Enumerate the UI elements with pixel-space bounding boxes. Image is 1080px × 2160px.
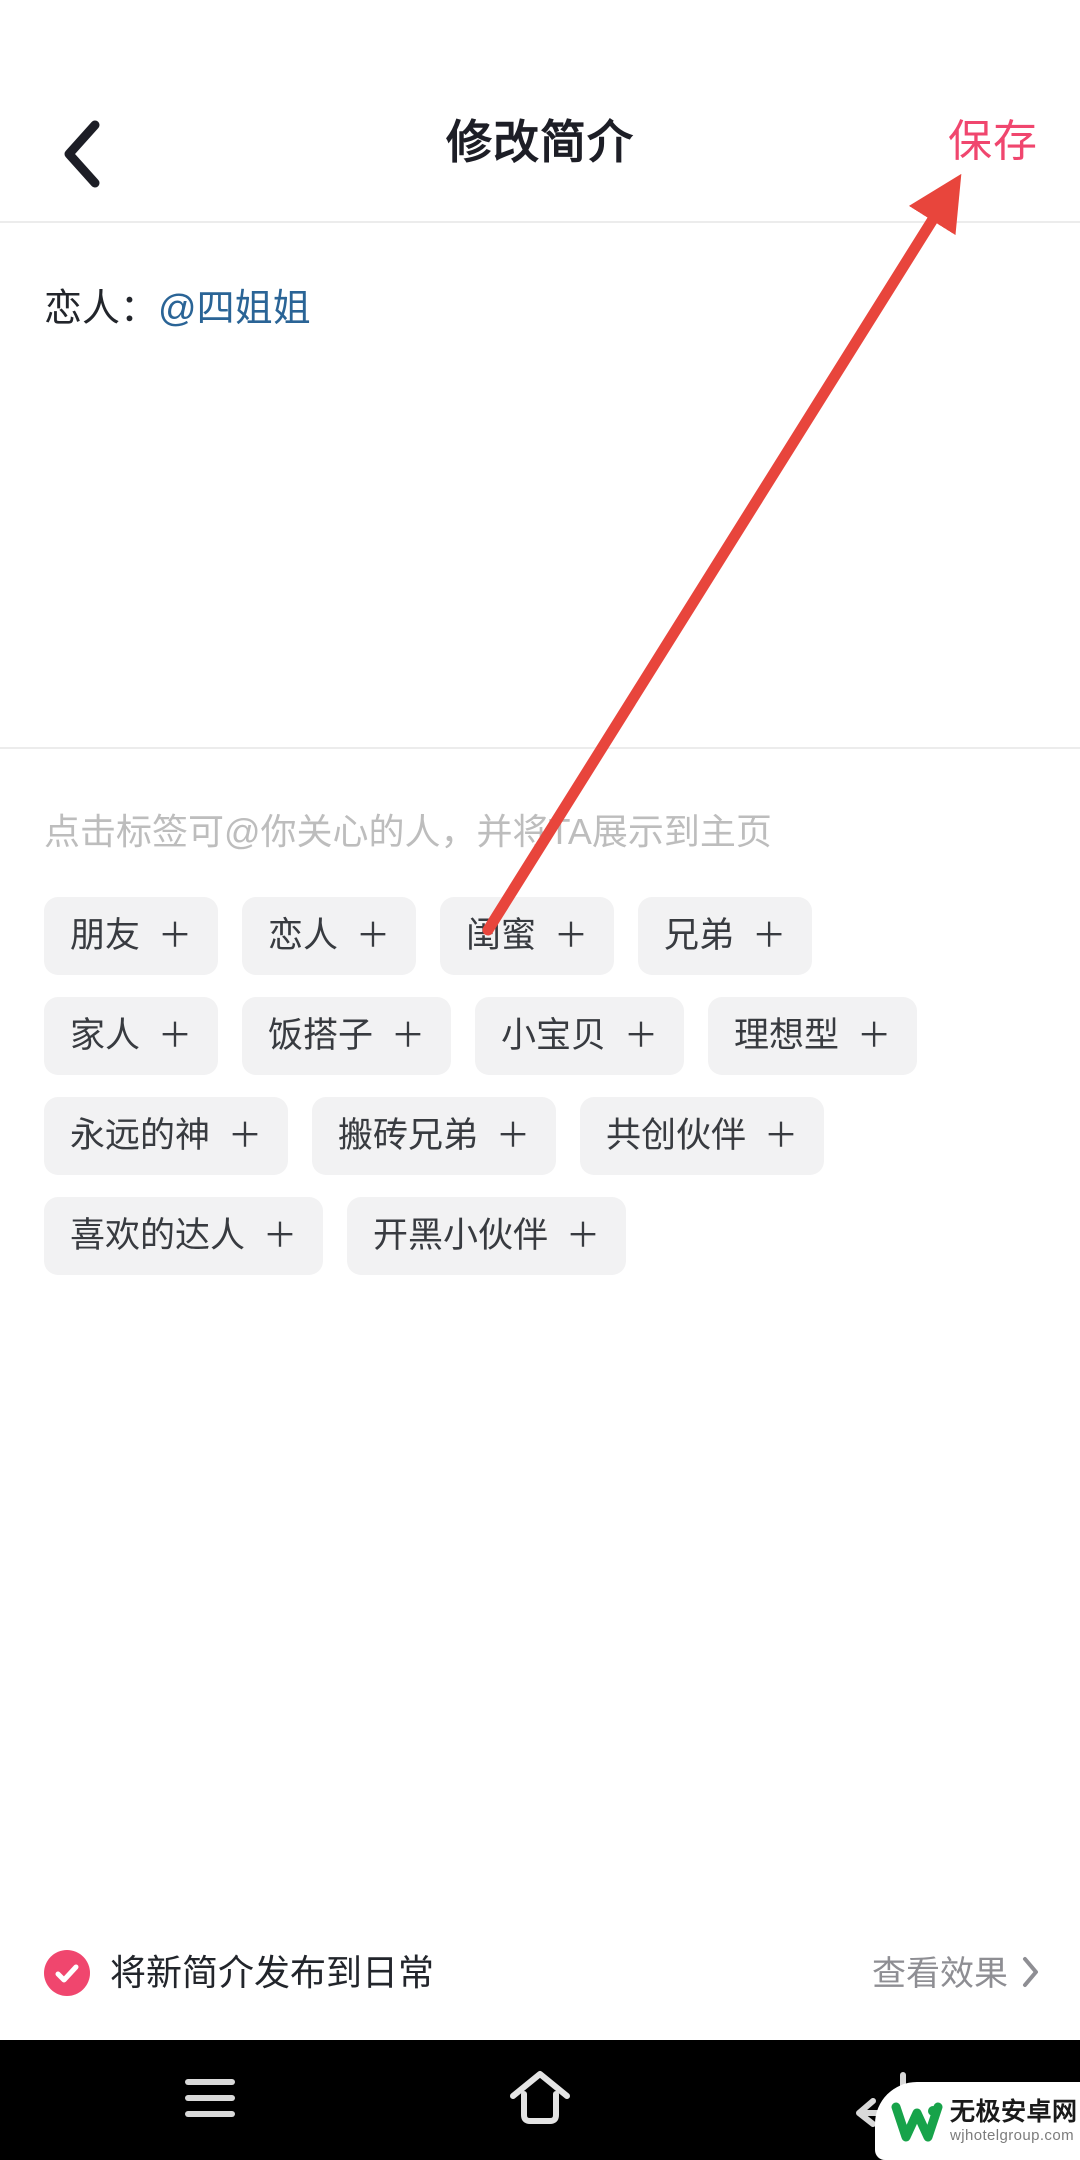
- publish-option-row: 将新简介发布到日常 查看效果: [0, 1930, 1080, 2040]
- plus-icon: ＋: [263, 1217, 298, 1255]
- tag-chip-xiongdi[interactable]: 兄弟 ＋: [638, 897, 813, 975]
- tag-row: 喜欢的达人 ＋ 开黑小伙伴 ＋: [44, 1197, 1044, 1275]
- plus-icon: ＋: [356, 917, 391, 955]
- tag-chip-gongchuanghuoban[interactable]: 共创伙伴 ＋: [580, 1097, 825, 1175]
- tag-chip-banzhuanxiongdi[interactable]: 搬砖兄弟 ＋: [312, 1097, 557, 1175]
- recent-apps-button[interactable]: [120, 2040, 300, 2160]
- tag-label: 朋友: [70, 916, 141, 955]
- tag-row: 家人 ＋ 饭搭子 ＋ 小宝贝 ＋ 理想型 ＋: [44, 997, 1044, 1075]
- plus-icon: ＋: [624, 1017, 659, 1055]
- tag-rows: 朋友 ＋ 恋人 ＋ 闺蜜 ＋ 兄弟 ＋ 家人 ＋ 饭搭子 ＋ 小宝贝 ＋ 理想型…: [44, 897, 1044, 1297]
- tag-label: 闺蜜: [466, 916, 537, 955]
- bio-editor[interactable]: 恋人：@四姐姐: [0, 223, 1080, 747]
- menu-icon: [181, 2076, 239, 2125]
- tag-row: 朋友 ＋ 恋人 ＋ 闺蜜 ＋ 兄弟 ＋: [44, 897, 1044, 975]
- plus-icon: ＋: [764, 1117, 799, 1155]
- plus-icon: ＋: [752, 917, 787, 955]
- tag-chip-fandazi[interactable]: 饭搭子 ＋: [242, 997, 452, 1075]
- watermark-name: 无极安卓网: [950, 2097, 1078, 2126]
- publish-to-daily-toggle[interactable]: 将新简介发布到日常: [44, 1950, 434, 1996]
- site-watermark: 无极安卓网 wjhotelgroup.com: [875, 2082, 1080, 2160]
- tag-chip-yongyuandeshen[interactable]: 永远的神 ＋: [44, 1097, 289, 1175]
- tag-label: 喜欢的达人: [70, 1216, 246, 1255]
- tag-label: 饭搭子: [268, 1016, 374, 1055]
- tag-label: 开黑小伙伴: [373, 1216, 549, 1255]
- tag-label: 小宝贝: [501, 1016, 607, 1055]
- plus-icon: ＋: [857, 1017, 892, 1055]
- tag-chip-jiaren[interactable]: 家人 ＋: [44, 997, 219, 1075]
- page-title: 修改简介: [446, 116, 634, 168]
- tag-label: 永远的神: [70, 1116, 211, 1155]
- tag-chip-xihuandedaren[interactable]: 喜欢的达人 ＋: [44, 1197, 324, 1275]
- plus-icon: ＋: [496, 1117, 531, 1155]
- save-button[interactable]: 保存: [948, 112, 1038, 172]
- home-button[interactable]: [450, 2040, 630, 2160]
- plus-icon: ＋: [158, 917, 193, 955]
- tag-chip-lianren[interactable]: 恋人 ＋: [242, 897, 417, 975]
- tag-label: 理想型: [734, 1016, 840, 1055]
- bio-mention-link[interactable]: @四姐姐: [158, 288, 311, 330]
- app-header: 修改简介 保存: [0, 0, 1080, 222]
- tag-label: 家人: [70, 1016, 141, 1055]
- check-circle-icon[interactable]: [44, 1950, 90, 1996]
- plus-icon: ＋: [566, 1217, 601, 1255]
- plus-icon: ＋: [554, 917, 589, 955]
- tag-label: 共创伙伴: [606, 1116, 747, 1155]
- tag-chip-pengyou[interactable]: 朋友 ＋: [44, 897, 219, 975]
- view-effect-label: 查看效果: [872, 1955, 1008, 1993]
- tag-label: 兄弟: [664, 916, 735, 955]
- watermark-texts: 无极安卓网 wjhotelgroup.com: [950, 2098, 1078, 2145]
- tag-chip-guimi[interactable]: 闺蜜 ＋: [440, 897, 615, 975]
- home-icon: [507, 2069, 573, 2132]
- w-logo-icon: [891, 2095, 943, 2147]
- tag-picker-section: 点击标签可@你关心的人，并将TA展示到主页 朋友 ＋ 恋人 ＋ 闺蜜 ＋ 兄弟 …: [0, 749, 1080, 1879]
- watermark-url: wjhotelgroup.com: [950, 2126, 1074, 2144]
- tag-chip-kaiheixiaohuoban[interactable]: 开黑小伙伴 ＋: [347, 1197, 627, 1275]
- tag-chip-lixiangxing[interactable]: 理想型 ＋: [708, 997, 918, 1075]
- phone-screen: 修改简介 保存 恋人：@四姐姐 点击标签可@你关心的人，并将TA展示到主页 朋友…: [0, 0, 1080, 2160]
- tag-label: 搬砖兄弟: [338, 1116, 479, 1155]
- bio-content: 恋人：@四姐姐: [44, 281, 311, 337]
- tag-row: 永远的神 ＋ 搬砖兄弟 ＋ 共创伙伴 ＋: [44, 1097, 1044, 1175]
- publish-to-daily-label: 将新简介发布到日常: [110, 1952, 435, 1993]
- tag-chip-xiaobaobei[interactable]: 小宝贝 ＋: [475, 997, 685, 1075]
- tag-label: 恋人: [268, 916, 339, 955]
- chevron-right-icon: [1020, 1955, 1040, 1994]
- plus-icon: ＋: [391, 1017, 426, 1055]
- view-effect-link[interactable]: 查看效果: [872, 1952, 1040, 1996]
- plus-icon: ＋: [158, 1017, 193, 1055]
- tag-picker-hint: 点击标签可@你关心的人，并将TA展示到主页: [44, 811, 772, 852]
- plus-icon: ＋: [228, 1117, 263, 1155]
- bio-prefix-text: 恋人：: [44, 288, 159, 330]
